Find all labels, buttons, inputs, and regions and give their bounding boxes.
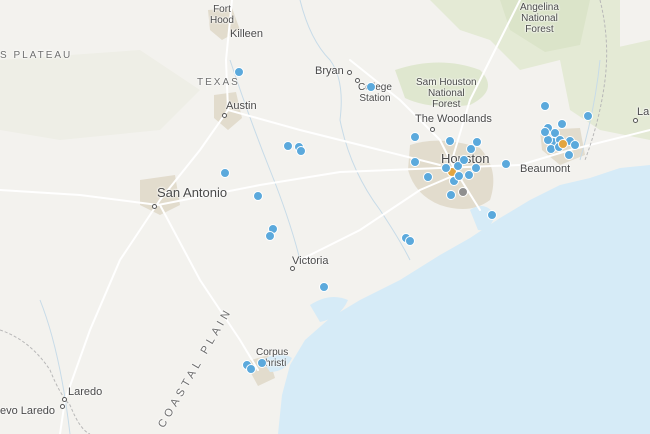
city-dot-la xyxy=(633,118,638,123)
city-dot-victoria xyxy=(290,266,295,271)
map-marker-blue[interactable] xyxy=(540,127,550,137)
city-dot-laredo xyxy=(62,397,67,402)
map-marker-blue[interactable] xyxy=(234,67,244,77)
label-fort-hood: Fort Hood xyxy=(210,4,234,26)
label-killeen: Killeen xyxy=(230,28,264,40)
map-marker-blue[interactable] xyxy=(487,210,497,220)
map-marker-blue[interactable] xyxy=(410,157,420,167)
map-marker-blue[interactable] xyxy=(296,146,306,156)
label-nuevo-laredo: evo Laredo xyxy=(0,405,56,417)
label-bryan: Bryan xyxy=(315,65,344,77)
city-dot-woodlands xyxy=(430,127,435,132)
river xyxy=(229,59,301,261)
road-us290 xyxy=(227,109,441,166)
label-beaumont: Beaumont xyxy=(520,163,571,175)
city-dot-nuevo-laredo xyxy=(60,404,65,409)
map-marker-gray[interactable] xyxy=(458,187,468,197)
map-marker-blue[interactable] xyxy=(220,168,230,178)
label-woodlands: The Woodlands xyxy=(415,113,492,125)
label-laredo: Laredo xyxy=(68,386,103,398)
map-marker-blue[interactable] xyxy=(540,101,550,111)
map-marker-blue[interactable] xyxy=(366,82,376,92)
label-la: La xyxy=(637,106,650,118)
map-marker-blue[interactable] xyxy=(446,190,456,200)
map-marker-blue[interactable] xyxy=(501,159,511,169)
hill-country xyxy=(0,50,200,140)
map-marker-blue[interactable] xyxy=(319,282,329,292)
map-marker-blue[interactable] xyxy=(557,119,567,129)
label-texas: TEXAS xyxy=(197,77,240,88)
map-marker-blue[interactable] xyxy=(423,172,433,182)
label-victoria: Victoria xyxy=(292,255,329,267)
map-marker-blue[interactable] xyxy=(410,132,420,142)
label-plateau: S PLATEAU xyxy=(0,50,73,61)
label-austin: Austin xyxy=(226,100,257,112)
map-marker-blue[interactable] xyxy=(441,163,451,173)
city-dot-bryan xyxy=(347,70,352,75)
map-marker-blue[interactable] xyxy=(405,236,415,246)
map-marker-blue[interactable] xyxy=(445,136,455,146)
map-marker-blue[interactable] xyxy=(466,144,476,154)
label-san-antonio: San Antonio xyxy=(157,185,228,200)
map-marker-blue[interactable] xyxy=(459,155,469,165)
map-marker-blue[interactable] xyxy=(471,163,481,173)
map-marker-blue[interactable] xyxy=(246,364,256,374)
map-marker-blue[interactable] xyxy=(570,140,580,150)
river xyxy=(299,0,411,261)
map-marker-blue[interactable] xyxy=(265,231,275,241)
map-marker-blue[interactable] xyxy=(253,191,263,201)
map-canvas[interactable]: Fort Hood Killeen S PLATEAU TEXAS Austin… xyxy=(0,0,650,434)
map-marker-blue[interactable] xyxy=(583,111,593,121)
border-line xyxy=(0,329,91,434)
city-dot-austin xyxy=(222,113,227,118)
label-angelina-forest: Angelina National Forest xyxy=(520,2,559,35)
label-sam-houston-forest: Sam Houston National Forest xyxy=(416,77,477,110)
map-marker-blue[interactable] xyxy=(564,150,574,160)
map-marker-blue[interactable] xyxy=(283,141,293,151)
map-marker-orange[interactable] xyxy=(558,139,568,149)
map-marker-blue[interactable] xyxy=(257,358,267,368)
map-marker-blue[interactable] xyxy=(454,171,464,181)
city-dot-san-antonio xyxy=(152,204,157,209)
